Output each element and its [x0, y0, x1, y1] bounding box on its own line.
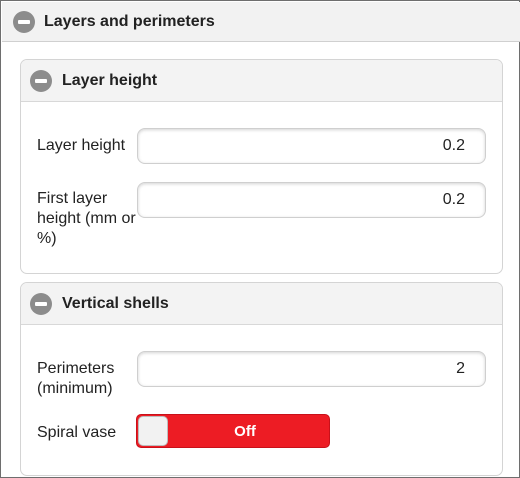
panel-title: Layer height — [62, 71, 158, 89]
toggle-state-text: Off — [234, 423, 256, 440]
perimeters-label: Perimeters (minimum) — [37, 360, 115, 397]
section-title: Layers and perimeters — [44, 12, 215, 30]
layers-perimeters-header[interactable]: Layers and perimeters — [2, 2, 520, 42]
spiral-vase-toggle[interactable]: Off — [136, 414, 330, 448]
first-layer-height-label: First layer height (mm or %) — [37, 190, 136, 247]
settings-window: Layers and perimeters Layer height Layer… — [0, 0, 520, 478]
spiral-vase-label: Spiral vase — [37, 424, 117, 441]
first-layer-height-input[interactable] — [137, 182, 486, 218]
panel-title: Vertical shells — [62, 294, 169, 312]
minus-circle-icon[interactable] — [13, 10, 35, 33]
layer-height-input[interactable] — [137, 128, 486, 164]
layer-height-panel: Layer height Layer height First layer he… — [20, 59, 503, 274]
vertical-shells-panel: Vertical shells Perimeters (minimum) Spi… — [20, 282, 503, 476]
vertical-shells-panel-header[interactable]: Vertical shells — [21, 283, 502, 325]
minus-circle-icon[interactable] — [30, 292, 52, 315]
layer-height-label: Layer height — [37, 137, 126, 154]
layer-height-panel-header[interactable]: Layer height — [21, 60, 502, 102]
minus-circle-icon[interactable] — [30, 69, 52, 92]
perimeters-input[interactable] — [137, 351, 486, 387]
